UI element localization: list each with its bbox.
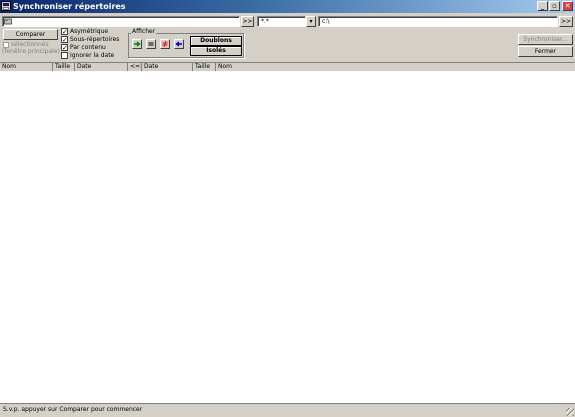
- close-window-button[interactable]: ✕: [562, 1, 573, 11]
- column-header-compare[interactable]: <=>: [128, 63, 142, 71]
- close-button[interactable]: Fermer: [518, 46, 573, 57]
- by-content-label: Par contenu: [70, 44, 106, 51]
- column-header-left-name[interactable]: Nom: [0, 63, 53, 71]
- main-window-label: (fenêtre principale): [2, 48, 60, 55]
- show-right-newer-button[interactable]: [132, 39, 142, 49]
- status-bar: S.v.p. appuyer sur Comparer pour commenc…: [0, 403, 575, 417]
- chevron-down-icon: ▾: [309, 18, 313, 25]
- left-browse-button[interactable]: >>: [241, 16, 254, 27]
- singles-button[interactable]: Isolés: [190, 46, 242, 56]
- column-header-right-name[interactable]: Nom: [216, 63, 575, 71]
- equals-icon: [148, 42, 154, 46]
- synchronize-button[interactable]: Synchroniser...: [518, 34, 573, 45]
- minimize-button[interactable]: _: [537, 1, 548, 11]
- show-equal-button[interactable]: [146, 39, 156, 49]
- column-header-right-date[interactable]: Date: [142, 63, 193, 71]
- not-equal-icon: [162, 40, 168, 48]
- left-arrow-icon: [175, 41, 182, 47]
- asymmetric-checkbox[interactable]: ✓: [61, 28, 68, 36]
- status-message: S.v.p. appuyer sur Comparer pour commenc…: [3, 406, 143, 413]
- show-group-label: Afficher: [131, 28, 157, 36]
- subdirs-label: Sous-répertoires: [70, 36, 120, 43]
- column-header-right-size[interactable]: Taille: [193, 63, 216, 71]
- drive-icon: [4, 17, 12, 25]
- show-left-newer-button[interactable]: [174, 39, 184, 49]
- asymmetric-label: Asymétrique: [70, 28, 109, 35]
- maximize-button[interactable]: ▫: [549, 1, 560, 11]
- filter-input[interactable]: *.*: [257, 16, 306, 27]
- resize-grip[interactable]: [566, 408, 574, 416]
- left-path-input[interactable]: [2, 16, 240, 27]
- list-header: Nom Taille Date <=> Date Taille Nom: [0, 62, 575, 71]
- compare-button[interactable]: Comparer: [3, 29, 58, 40]
- ignore-date-label: Ignorer la date: [70, 52, 115, 59]
- window-title: Synchroniser répertoires: [13, 2, 126, 11]
- column-header-left-date[interactable]: Date: [75, 63, 128, 71]
- by-content-checkbox[interactable]: ✓: [61, 44, 68, 52]
- comparison-list[interactable]: [0, 71, 575, 403]
- right-arrow-icon: [134, 41, 141, 47]
- subdirs-checkbox[interactable]: ✓: [61, 36, 68, 44]
- doubles-button[interactable]: Doublons: [190, 36, 242, 46]
- column-header-left-size[interactable]: Taille: [53, 63, 75, 71]
- right-path-input[interactable]: c:\: [318, 16, 558, 27]
- show-different-button[interactable]: [160, 39, 170, 49]
- right-browse-button[interactable]: >>: [559, 16, 573, 27]
- app-icon[interactable]: [1, 1, 11, 11]
- title-bar: Synchroniser répertoires _ ▫ ✕: [0, 0, 575, 13]
- filter-dropdown-button[interactable]: ▾: [306, 16, 316, 27]
- ignore-date-checkbox[interactable]: [61, 52, 68, 59]
